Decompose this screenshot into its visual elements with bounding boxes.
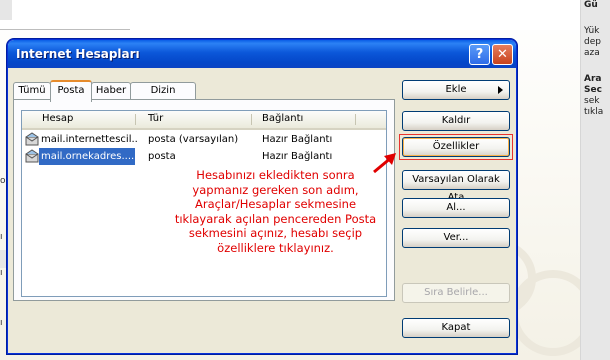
import-button[interactable]: Al... <box>402 198 510 218</box>
instruction-annotation: Hesabınızı ekledikten sonra yapmanız ger… <box>174 168 377 255</box>
sidebar-text: Ara <box>584 74 602 84</box>
background-block <box>0 0 12 20</box>
background-sidebar: Gü Yük dep aza Ara Sec sek tıkla <box>580 0 610 360</box>
properties-button[interactable]: Özellikler <box>402 137 510 157</box>
mail-account-icon <box>25 132 39 146</box>
sidebar-text: sek <box>584 96 600 106</box>
tab-haber[interactable]: Haber <box>91 82 131 99</box>
background-text: ı <box>0 318 3 328</box>
column-divider[interactable] <box>251 114 252 125</box>
background-divider <box>0 29 130 30</box>
dialog-titlebar[interactable]: Internet Hesapları ? ✕ <box>8 40 516 68</box>
account-connection: Hazır Bağlantı <box>262 134 333 145</box>
mail-account-icon <box>25 149 39 163</box>
set-order-button[interactable]: Sıra Belirle... <box>402 283 510 303</box>
column-divider[interactable] <box>355 114 356 125</box>
submenu-arrow-icon <box>498 86 503 94</box>
sidebar-text: Gü <box>584 0 598 10</box>
account-name: mail.internettescil... <box>41 134 137 145</box>
export-button[interactable]: Ver... <box>402 228 510 248</box>
table-row[interactable]: mail.internettescil... posta (varsayılan… <box>22 131 386 148</box>
sidebar-text: dep <box>584 37 601 47</box>
sidebar-text: Yük <box>584 26 600 36</box>
sidebar-text: aza <box>584 48 600 58</box>
remove-button[interactable]: Kaldır <box>402 111 510 131</box>
background-topbar <box>0 0 580 30</box>
dialog-title: Internet Hesapları <box>16 47 140 61</box>
tab-posta[interactable]: Posta <box>50 80 92 102</box>
background-text: o <box>0 176 6 186</box>
column-header-hesap[interactable]: Hesap <box>42 113 73 124</box>
sidebar-text: tıkla <box>584 107 604 117</box>
tab-tumu[interactable]: Tümü <box>13 82 51 99</box>
table-row[interactable]: mail.ornekadres.... posta Hazır Bağlantı <box>22 148 386 165</box>
background-text: ı <box>0 232 3 242</box>
account-type: posta (varsayılan) <box>148 134 239 145</box>
column-divider[interactable] <box>135 114 136 125</box>
add-button[interactable]: Ekle <box>402 80 510 100</box>
column-header-tur[interactable]: Tür <box>148 113 163 124</box>
list-header: Hesap Tür Bağlantı <box>22 111 386 130</box>
set-default-button[interactable]: Varsayılan Olarak Ata <box>402 170 510 203</box>
account-connection: Hazır Bağlantı <box>262 151 333 162</box>
tab-dizin-hizmeti[interactable]: Dizin Hizmeti <box>130 82 196 112</box>
account-type: posta <box>148 151 176 162</box>
help-button[interactable]: ? <box>469 44 490 65</box>
background-text: ı <box>0 268 3 278</box>
sidebar-text: Sec <box>584 85 602 95</box>
add-button-label: Ekle <box>445 84 467 95</box>
column-header-baglanti[interactable]: Bağlantı <box>262 113 303 124</box>
account-name: mail.ornekadres.... <box>39 148 135 165</box>
close-button[interactable]: Kapat <box>402 318 510 338</box>
close-window-button[interactable]: ✕ <box>492 44 513 65</box>
internet-accounts-dialog: Internet Hesapları ? ✕ Tümü Posta Haber … <box>7 39 517 354</box>
